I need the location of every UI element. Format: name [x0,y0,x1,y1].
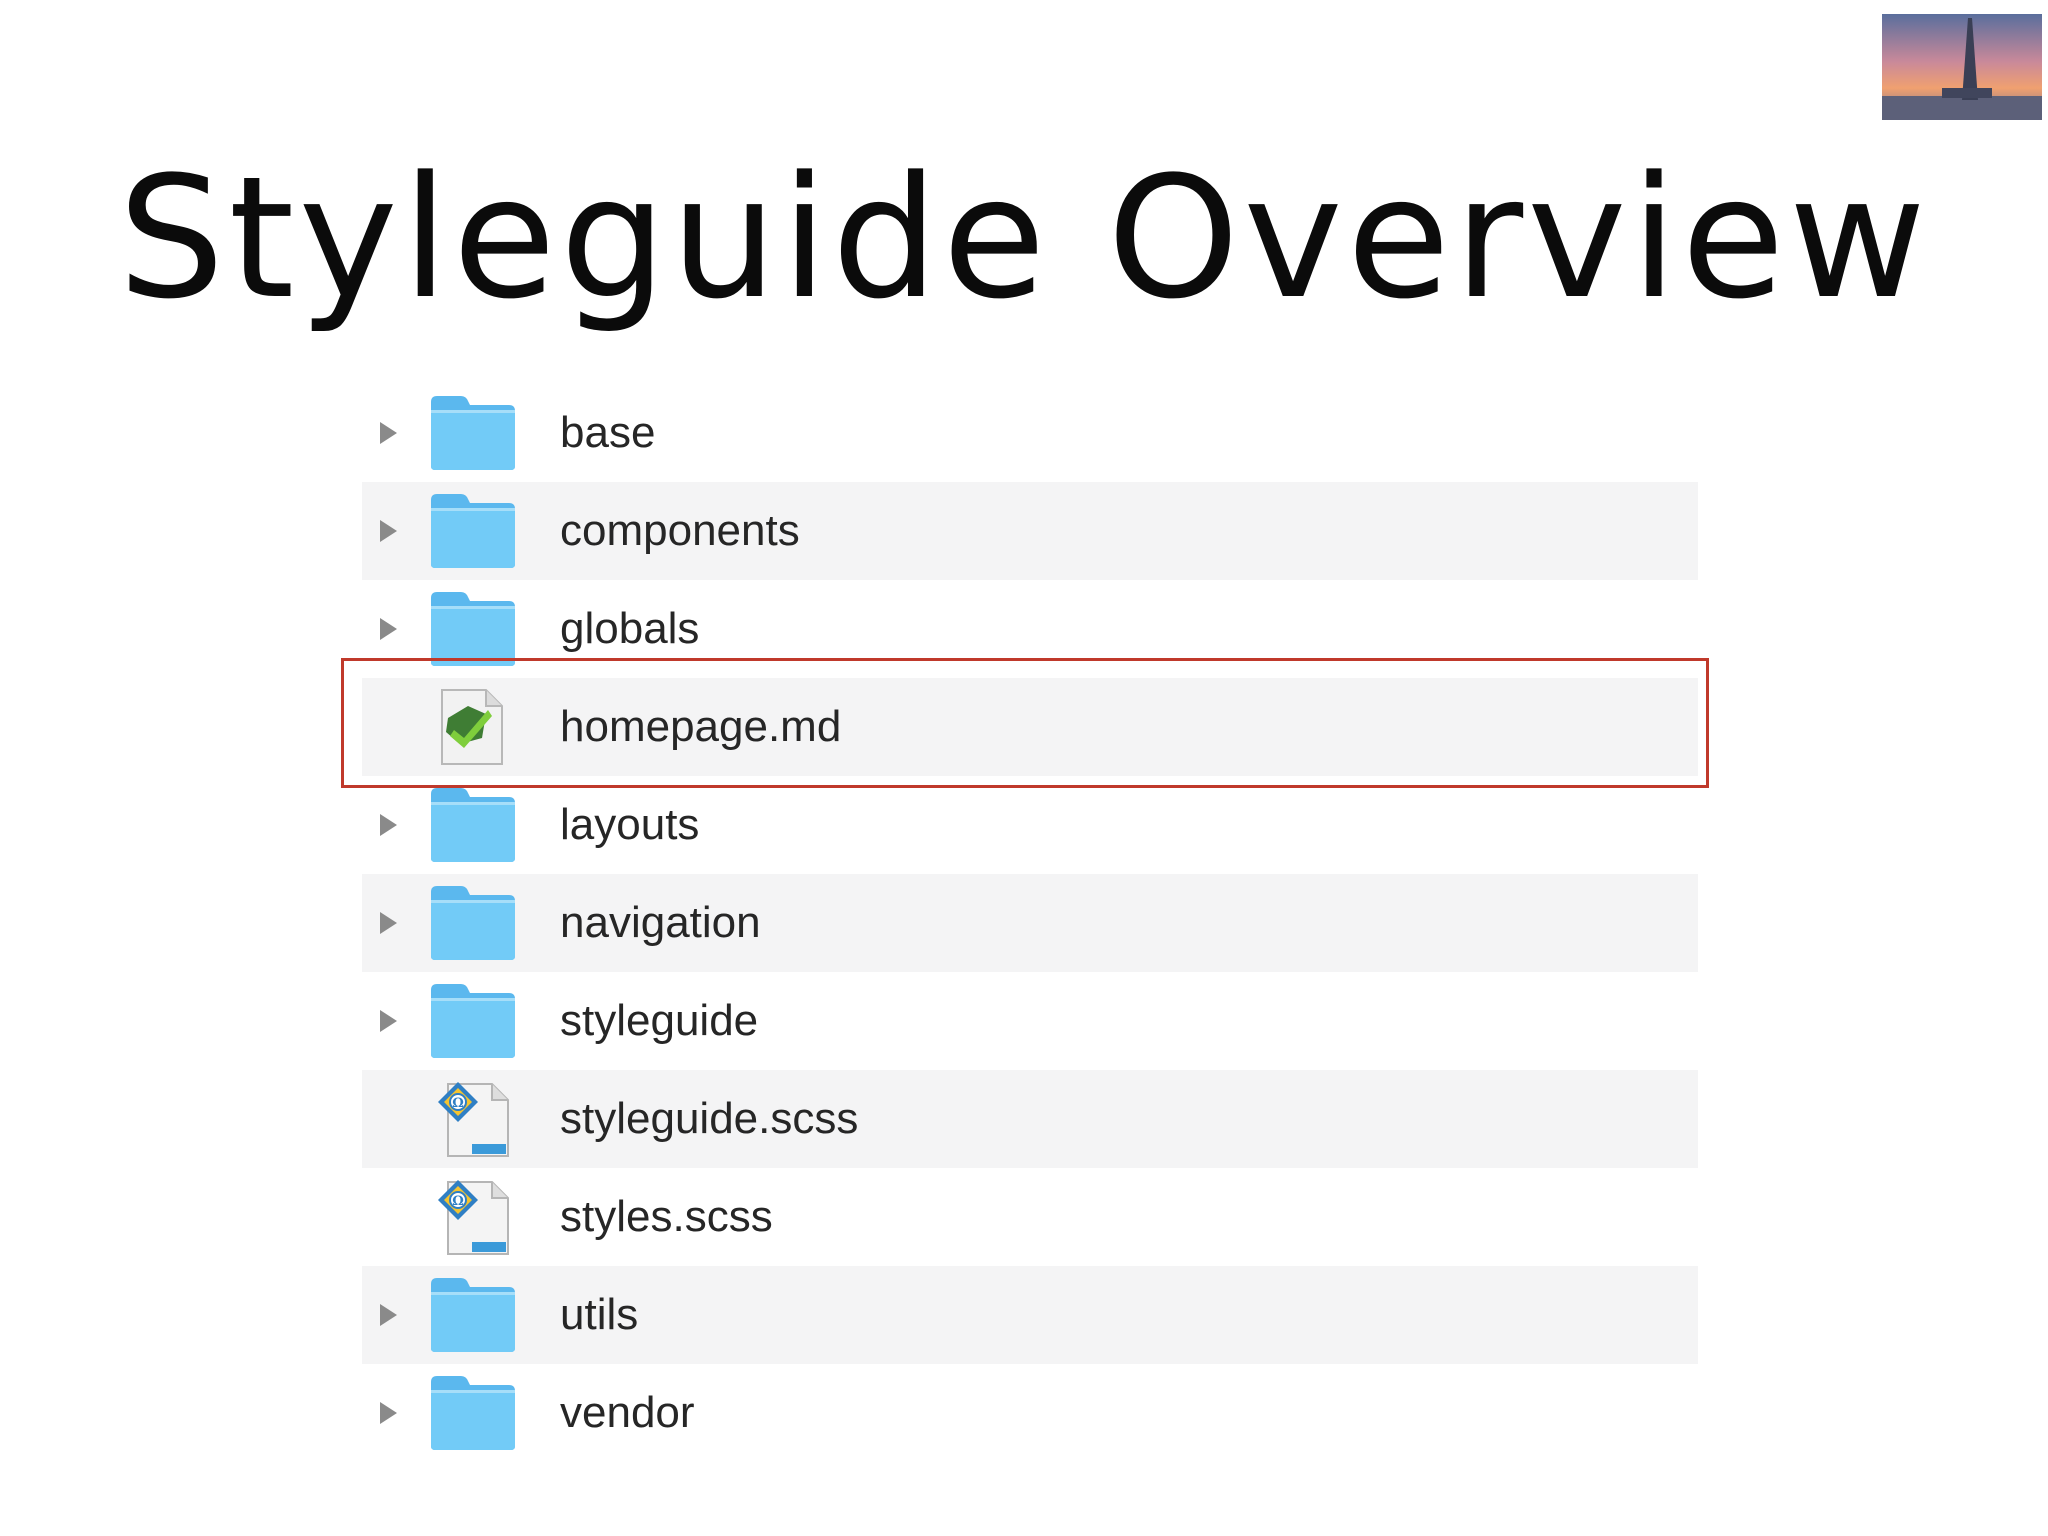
scss-text-file-icon: Ω [438,1180,509,1255]
item-name: base [560,408,656,457]
scss-text-file-icon: Ω [438,1082,509,1157]
item-name: styleguide [560,996,759,1045]
folder-row[interactable]: base [362,384,1698,482]
file-row[interactable]: Ω styles.scss [362,1168,1698,1266]
folder-icon [428,492,518,570]
disclosure-triangle-icon[interactable] [380,912,397,934]
folder-icon [428,590,518,668]
folder-icon [428,394,518,472]
item-name: styleguide.scss [560,1094,859,1143]
disclosure-triangle-icon[interactable] [380,520,397,542]
folder-icon [431,494,515,568]
folder-icon [431,396,515,470]
slide: Styleguide Overview base components glob… [0,0,2048,1536]
folder-icon [431,984,515,1058]
item-name: styles.scss [560,1192,773,1241]
folder-row[interactable]: layouts [362,776,1698,874]
folder-icon [431,788,515,862]
folder-icon [428,1374,518,1452]
folder-icon [431,886,515,960]
scss-text-file-icon: Ω [428,1080,518,1158]
disclosure-triangle-icon[interactable] [380,1304,397,1326]
folder-icon [428,884,518,962]
file-list: base components globals homepage.md layo… [362,384,1698,1464]
file-row[interactable]: Ω styleguide.scss [362,1070,1698,1168]
folder-row[interactable]: navigation [362,874,1698,972]
disclosure-triangle-icon[interactable] [380,618,397,640]
item-name: vendor [560,1388,695,1437]
disclosure-triangle-icon[interactable] [380,814,397,836]
disclosure-triangle-icon[interactable] [380,1402,397,1424]
folder-icon [428,982,518,1060]
svg-text:Ω: Ω [452,1194,464,1209]
item-name: navigation [560,898,761,947]
folder-icon [431,592,515,666]
slide-title: Styleguide Overview [117,140,1931,336]
folder-row[interactable]: vendor [362,1364,1698,1462]
disclosure-triangle-icon[interactable] [380,1010,397,1032]
scss-text-file-icon: Ω [428,1178,518,1256]
item-name: utils [560,1290,639,1339]
item-name: layouts [560,800,700,849]
svg-text:Ω: Ω [452,1096,464,1111]
disclosure-triangle-icon[interactable] [380,422,397,444]
folder-icon [431,1278,515,1352]
folder-row[interactable]: components [362,482,1698,580]
item-name: components [560,506,800,555]
highlight-box [341,658,1709,788]
folder-row[interactable]: styleguide [362,972,1698,1070]
folder-icon [431,1376,515,1450]
corner-thumbnail-image [1882,14,2042,120]
folder-icon [428,1276,518,1354]
folder-row[interactable]: utils [362,1266,1698,1364]
folder-icon [428,786,518,864]
